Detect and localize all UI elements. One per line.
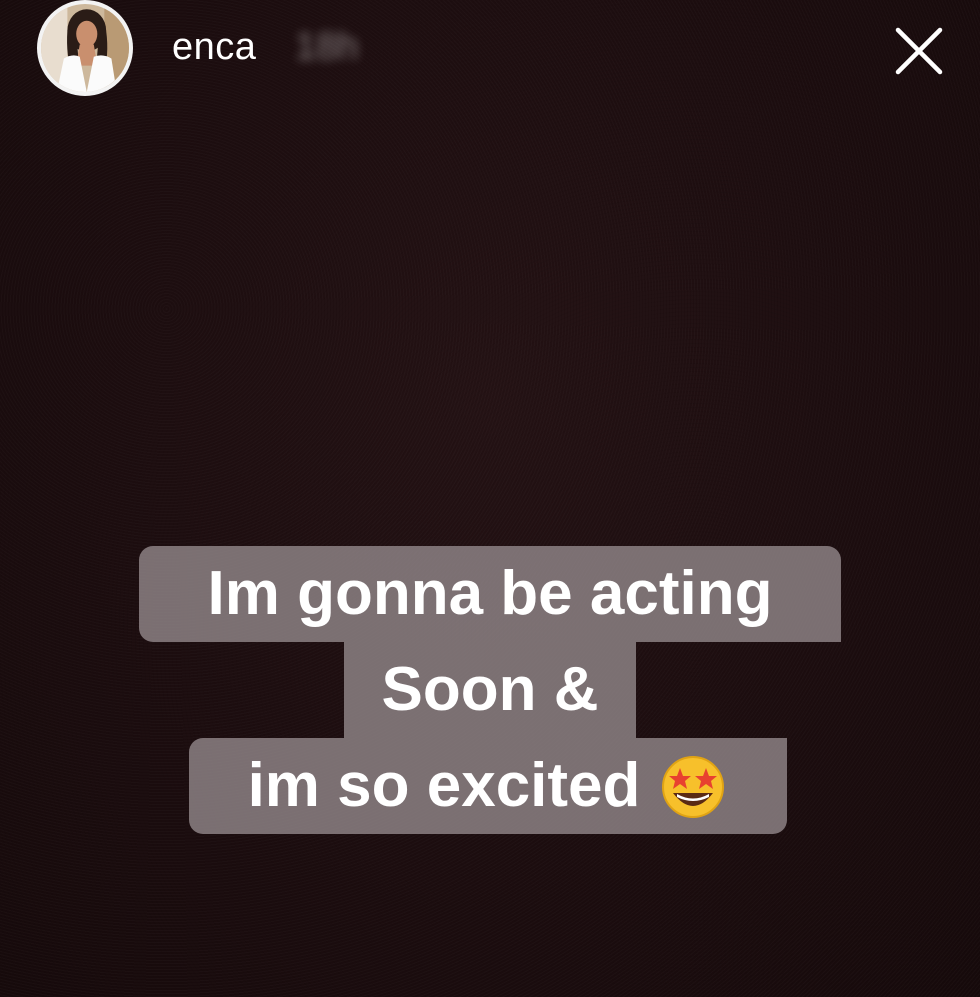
story-header: enca 18h (0, 0, 980, 110)
avatar[interactable] (37, 0, 133, 96)
close-icon (895, 27, 943, 75)
background-texture (0, 0, 980, 997)
close-button[interactable] (890, 22, 948, 80)
story-caption: Im gonna be acting Soon & im so excited (0, 546, 980, 834)
username[interactable]: enca (172, 26, 256, 69)
avatar-photo (41, 4, 129, 92)
story-viewer: enca 18h Im gonna be acting Soon & im so… (0, 0, 980, 997)
caption-line-1: Im gonna be acting (139, 546, 841, 642)
star-struck-emoji-icon (658, 751, 728, 821)
caption-line-3: im so excited (189, 738, 787, 834)
timestamp: 18h (295, 26, 359, 68)
caption-line-3-text: im so excited (247, 751, 641, 820)
caption-line-2: Soon & (344, 642, 636, 738)
